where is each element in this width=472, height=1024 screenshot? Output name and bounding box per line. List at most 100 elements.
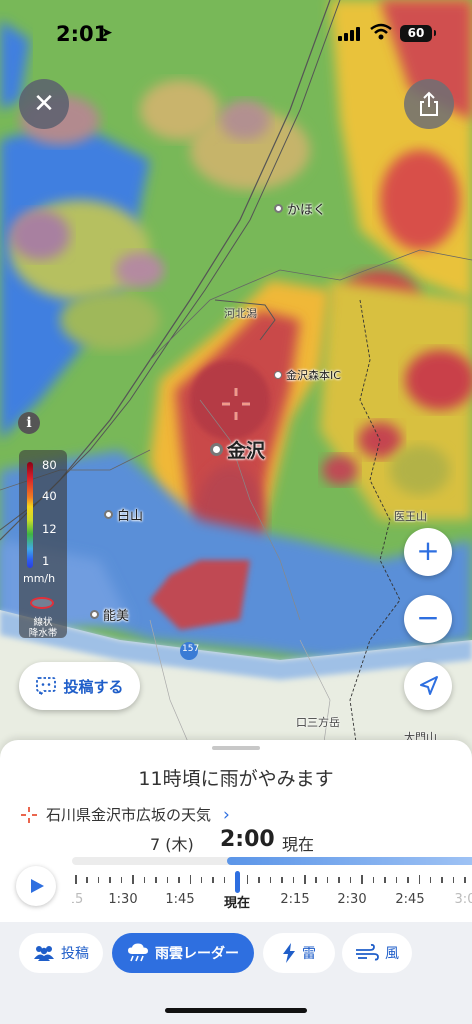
- info-button[interactable]: i: [18, 412, 40, 434]
- time-label-tick: 15: [72, 892, 84, 907]
- play-icon: [31, 879, 44, 893]
- close-icon: ✕: [33, 89, 55, 119]
- place-dot-icon: [274, 204, 283, 213]
- battery-indicator: 60: [400, 25, 436, 42]
- plus-icon: +: [416, 534, 440, 567]
- post-bubble-icon: [36, 677, 57, 697]
- time-slider-tick: [109, 877, 111, 883]
- place-dot-icon: [274, 371, 282, 379]
- place-nomi[interactable]: 能美: [90, 605, 129, 624]
- cellular-signal-icon: [338, 26, 360, 41]
- time-slider-tick: [326, 877, 329, 883]
- time-slider-tick: [166, 877, 169, 883]
- close-button[interactable]: ✕: [19, 79, 69, 129]
- time-slider-tick: [429, 877, 432, 883]
- sheet-grabber[interactable]: [212, 746, 260, 750]
- time-slider-forecast-range: [227, 857, 472, 865]
- share-button[interactable]: [404, 79, 454, 129]
- current-location-button[interactable]: [404, 662, 452, 710]
- time-slider-tick: [189, 875, 191, 884]
- tab-posts[interactable]: 投稿: [19, 933, 103, 973]
- tab-wind-label: 風: [385, 946, 399, 962]
- legend-value: 1: [42, 554, 50, 568]
- status-bar: 2:01 ➤ 60: [0, 0, 472, 64]
- time-slider-tick: [143, 877, 146, 883]
- play-button[interactable]: [16, 866, 56, 906]
- time-label-tick: 3:0: [454, 892, 472, 907]
- route-157-label: 157: [182, 644, 200, 654]
- area-weather-link[interactable]: 石川県金沢市広坂の天気 ›: [20, 804, 230, 825]
- now-label: 現在: [282, 835, 315, 854]
- zoom-out-button[interactable]: −: [404, 595, 452, 643]
- time-slider-tick: [315, 877, 317, 883]
- time-label-tick: 2:15: [280, 892, 310, 907]
- place-kahoku[interactable]: かほく: [274, 199, 326, 218]
- time-slider-tick: [452, 877, 455, 883]
- place-dot-icon: [210, 443, 223, 456]
- time-slider-tick: [132, 875, 134, 884]
- rain-forecast-headline: 11時頃に雨がやみます: [138, 768, 334, 790]
- time-slider-tick: [97, 877, 100, 883]
- time-slider-tick: [200, 877, 203, 883]
- time-slider-tick: [464, 877, 466, 883]
- legend-color-bar: [27, 462, 33, 568]
- legend-value: 40: [42, 489, 57, 503]
- rain-radar-map[interactable]: 2:01 ➤ 60 ✕ かほく 金沢 白山 能美 河北潟 金沢森本IC 医王山 …: [0, 0, 472, 770]
- map-label-kuchisanpodake: 口三方岳: [296, 716, 340, 729]
- time-slider-tick: [258, 877, 260, 883]
- date-label: 7 (木): [150, 835, 194, 854]
- map-label-kahokugata: 河北潟: [224, 307, 257, 320]
- time-slider-tick: [349, 877, 352, 883]
- map-label-ic: 金沢森本IC: [274, 367, 341, 383]
- time-slider-tick: [178, 877, 180, 883]
- time-label-current: 現在: [223, 896, 251, 911]
- zoom-in-button[interactable]: +: [404, 528, 452, 576]
- time-slider-tick: [441, 877, 443, 883]
- wifi-icon: [370, 23, 392, 40]
- time-slider-tick: [269, 877, 272, 883]
- time-slider-tick: [223, 877, 226, 883]
- time-slider-tick: [407, 877, 409, 883]
- time-slider-tick: [292, 877, 295, 883]
- tab-rain-radar-label: 雨雲レーダー: [155, 946, 239, 962]
- tab-lightning[interactable]: 雷: [263, 933, 335, 973]
- post-button[interactable]: 投稿する: [19, 662, 140, 710]
- time-slider-thumb[interactable]: [235, 871, 240, 893]
- rain-legend: 80 40 12 1 mm/h 線状 降水帯: [19, 450, 67, 639]
- tab-wind[interactable]: 風: [342, 933, 412, 973]
- location-marker-icon: [21, 806, 37, 823]
- rain-cloud-icon: [128, 943, 148, 962]
- place-hakusan[interactable]: 白山: [104, 505, 143, 524]
- lightning-icon: [283, 943, 295, 963]
- time-slider-tick: [155, 877, 157, 883]
- minus-icon: −: [416, 601, 440, 634]
- time-slider-tick: [384, 877, 386, 883]
- time-slider-tick: [418, 875, 420, 884]
- legend-band-label: 降水帯: [28, 628, 58, 639]
- time-label-tick: 2:45: [395, 892, 425, 907]
- chevron-right-icon: ›: [223, 804, 230, 825]
- time-slider-tick: [361, 875, 363, 884]
- tab-rain-radar[interactable]: 雨雲レーダー: [112, 933, 254, 973]
- tab-lightning-label: 雷: [302, 946, 316, 962]
- time-slider[interactable]: 15 1:30 1:45 現在 2:15 2:30 2:45 3:0: [72, 856, 472, 914]
- time-slider-tick: [281, 877, 283, 883]
- linear-rainband-icon: [30, 597, 54, 609]
- time-label-tick: 1:45: [165, 892, 195, 907]
- home-indicator: [165, 1008, 307, 1013]
- place-dot-icon: [104, 510, 113, 519]
- legend-value: 80: [42, 458, 57, 472]
- place-kanazawa[interactable]: 金沢: [210, 436, 265, 463]
- map-label-iozan: 医王山: [394, 510, 427, 523]
- radar-overlay: [0, 0, 472, 770]
- wind-icon: [356, 944, 379, 961]
- share-icon: [420, 91, 438, 116]
- time-slider-tick: [372, 877, 375, 883]
- time-slider-tick: [246, 875, 249, 884]
- time-label-tick: 2:30: [337, 892, 367, 907]
- time-slider-tick: [86, 877, 88, 883]
- area-weather-label: 石川県金沢市広坂の天気: [46, 806, 212, 824]
- navigation-arrow-icon: [420, 676, 438, 695]
- legend-unit: mm/h: [23, 572, 56, 585]
- time-slider-tick: [304, 875, 306, 884]
